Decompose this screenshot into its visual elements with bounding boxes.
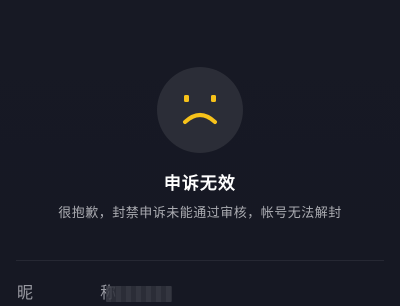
sad-face-icon: [183, 95, 217, 124]
status-title: 申诉无效: [164, 174, 236, 194]
section-divider: [16, 260, 384, 261]
appeal-result-screen: 申诉无效 很抱歉，封禁申诉未能通过审核，帐号无法解封 昵 称: [0, 0, 400, 302]
sad-face-icon-container: [157, 67, 243, 153]
status-message: 很抱歉，封禁申诉未能通过审核，帐号无法解封: [58, 206, 342, 221]
nickname-row: 昵 称: [0, 276, 400, 306]
